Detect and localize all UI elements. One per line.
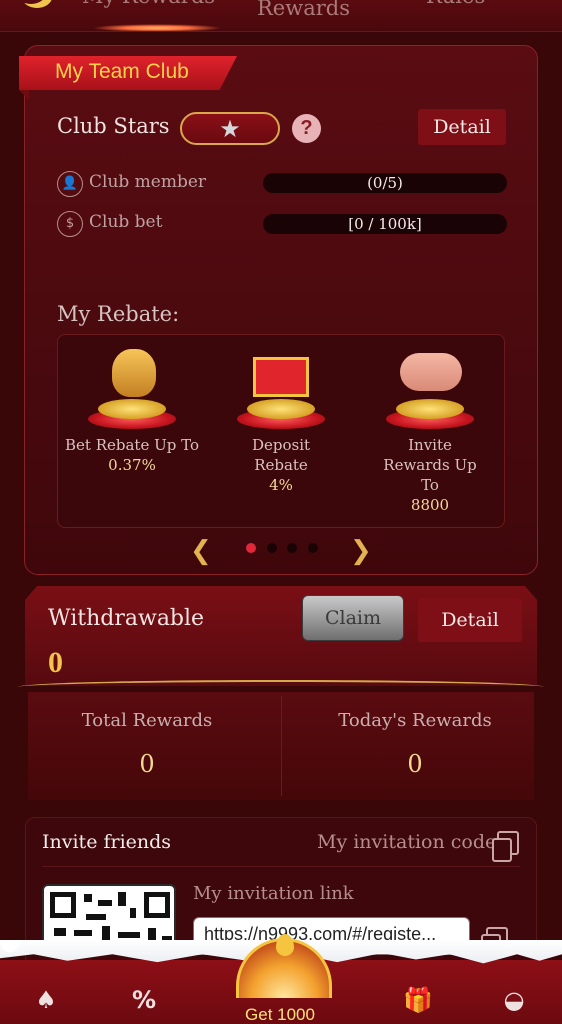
tab-rules[interactable]: Rules xyxy=(426,0,485,8)
invitation-link-label: My invitation link xyxy=(193,883,354,904)
wheel-pointer-icon xyxy=(276,934,294,956)
tab-my-rewards[interactable]: My Rewards xyxy=(82,0,215,8)
withdraw-detail-button[interactable]: Detail xyxy=(418,598,522,642)
money-bag-icon xyxy=(84,343,180,429)
club-stars-rating: ★ xyxy=(180,112,280,145)
todays-rewards-value: 0 xyxy=(407,750,423,778)
rebate-item-invite: Invite Rewards Up To 8800 xyxy=(356,343,504,515)
gift-icon[interactable]: 🎁 xyxy=(398,986,438,1014)
top-tab-bar: My Rewards Rewards Rules xyxy=(0,0,562,32)
rebate-value: 8800 xyxy=(410,496,450,514)
rebate-label: Invite Rewards Up To xyxy=(383,436,477,494)
club-member-label: Club member xyxy=(89,172,207,192)
moon-icon xyxy=(22,0,52,8)
total-rewards-label: Total Rewards xyxy=(81,710,213,731)
carousel-prev-icon[interactable]: ❮ xyxy=(190,536,212,566)
gift-box-icon xyxy=(233,343,329,429)
club-detail-button[interactable]: Detail xyxy=(418,109,506,145)
profile-icon[interactable]: ◒ xyxy=(494,986,534,1014)
carousel-next-icon[interactable]: ❯ xyxy=(350,536,372,566)
club-bet-progress: [0 / 100k] xyxy=(263,214,507,234)
coin-stack-icon: $ xyxy=(57,211,83,237)
rebate-label: Bet Rebate Up To xyxy=(65,436,199,454)
rebate-title: My Rebate: xyxy=(57,302,180,326)
handshake-icon xyxy=(382,343,478,429)
promo-ticket-icon[interactable]: % xyxy=(124,986,164,1014)
carousel-dot[interactable] xyxy=(246,543,256,553)
claim-button[interactable]: Claim xyxy=(302,595,404,641)
star-icon: ★ xyxy=(219,114,241,143)
invite-friends-title: Invite friends xyxy=(42,831,172,853)
club-bet-label: Club bet xyxy=(89,212,163,232)
spade-home-icon[interactable]: ♠ xyxy=(26,986,66,1014)
total-rewards-value: 0 xyxy=(139,750,155,778)
withdrawable-label: Withdrawable xyxy=(48,606,205,631)
club-banner: My Team Club xyxy=(19,56,237,90)
help-icon[interactable]: ? xyxy=(292,114,321,143)
carousel-dot[interactable] xyxy=(308,543,318,553)
get-bonus-label[interactable]: Get 1000 xyxy=(220,1005,340,1024)
divider xyxy=(281,696,282,796)
rebate-value: 4% xyxy=(269,476,293,494)
team-club-panel: My Team Club Club Stars ★ ? Detail 👤 Clu… xyxy=(19,45,538,575)
banner-fold xyxy=(19,90,29,100)
divider xyxy=(42,866,520,867)
copy-icon[interactable] xyxy=(492,831,519,862)
club-stars-label: Club Stars xyxy=(57,114,170,138)
rebate-label: Deposit Rebate xyxy=(251,436,311,474)
rebate-item-bet: Bet Rebate Up To 0.37% xyxy=(58,343,206,475)
user-icon: 👤 xyxy=(57,171,83,197)
withdrawable-amount: 0 xyxy=(48,646,63,679)
rebate-carousel: Bet Rebate Up To 0.37% Deposit Rebate 4%… xyxy=(57,334,505,528)
tab-rewards[interactable]: Rewards xyxy=(257,0,350,20)
rebate-item-deposit: Deposit Rebate 4% xyxy=(207,343,355,495)
invitation-code-label[interactable]: My invitation code xyxy=(317,831,496,853)
rebate-value: 0.37% xyxy=(108,456,156,474)
carousel-dot[interactable] xyxy=(287,543,297,553)
active-tab-indicator xyxy=(92,24,222,31)
todays-rewards-label: Today's Rewards xyxy=(338,710,492,731)
carousel-dot[interactable] xyxy=(267,543,277,553)
club-member-progress: (0/5) xyxy=(263,173,507,193)
